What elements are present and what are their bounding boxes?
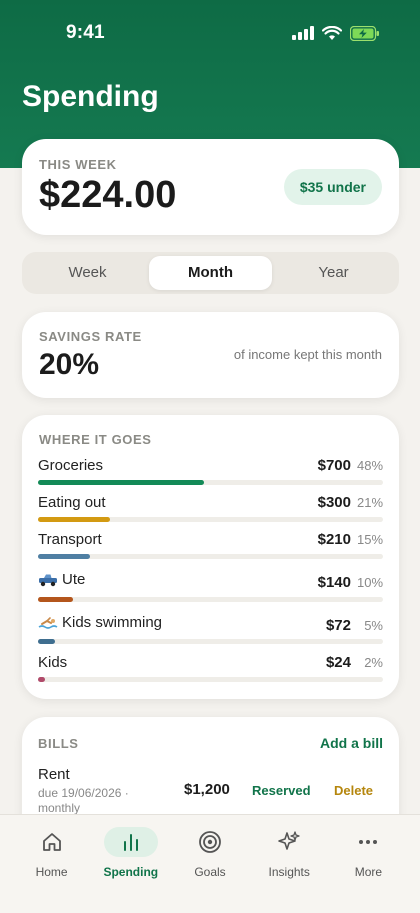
tab-label: Home xyxy=(35,865,68,879)
category-track xyxy=(38,554,383,559)
category-percent: 21% xyxy=(357,495,384,510)
status-bar: 9:41 xyxy=(0,0,420,66)
category-amount: $700 xyxy=(317,457,351,474)
battery-charging-icon xyxy=(350,25,379,41)
status-time: 9:41 xyxy=(66,22,105,43)
category-fill xyxy=(38,597,73,602)
swimmer-icon xyxy=(38,616,58,629)
category-fill xyxy=(38,677,45,682)
category-percent: 10% xyxy=(357,574,384,590)
category-name: Transport xyxy=(38,531,102,548)
category-percent: 5% xyxy=(364,617,383,633)
category-track xyxy=(38,480,383,485)
signal-icon xyxy=(292,26,314,40)
category-percent: 48% xyxy=(357,458,384,473)
category-amount: $24 xyxy=(325,654,351,671)
category-name: Groceries xyxy=(38,457,104,474)
bill-row[interactable]: Rent due 19/06/2026 · monthly $1,200 Res… xyxy=(38,766,383,816)
bills-label: BILLS xyxy=(38,735,79,751)
category-name: Eating out xyxy=(38,494,106,511)
savings-rate-card: SAVINGS RATE 20% of income kept this mon… xyxy=(22,312,399,398)
tab-label: Goals xyxy=(194,865,226,879)
category-name: Kids swimming xyxy=(62,614,163,631)
category-row-ute[interactable]: Ute $140 10% xyxy=(38,571,384,602)
tab-year[interactable]: Year xyxy=(272,256,395,290)
bill-due: due 19/06/2026 · monthly xyxy=(38,786,129,815)
category-amount: $140 xyxy=(317,573,351,591)
category-track xyxy=(38,639,383,644)
where-it-goes-label: WHERE IT GOES xyxy=(39,432,152,447)
category-row-kids[interactable]: Kids $24 2% xyxy=(38,654,383,682)
category-row-kids-swimming[interactable]: Kids swimming $72 5% xyxy=(38,614,383,644)
category-amount: $72 xyxy=(325,616,351,634)
bill-amount: $1,200 xyxy=(184,781,230,798)
tab-label: Insights xyxy=(268,865,310,879)
category-percent: 2% xyxy=(364,655,383,670)
category-percent: 15% xyxy=(357,532,384,547)
tab-week[interactable]: Week xyxy=(26,256,149,290)
category-name: Ute xyxy=(62,571,86,588)
category-track xyxy=(38,677,383,682)
budget-status-badge: $35 under xyxy=(283,169,382,205)
tab-more[interactable]: More xyxy=(329,815,408,913)
page-title: Spending xyxy=(22,80,159,113)
bar-chart-icon xyxy=(123,834,138,851)
category-fill xyxy=(38,517,111,522)
period-segmented-control: Week Month Year xyxy=(22,252,399,294)
where-it-goes-card: WHERE IT GOES Groceries $700 48% Eating … xyxy=(22,415,399,699)
this-week-card: THIS WEEK $224.00 $35 under xyxy=(22,139,399,235)
bottom-tab-bar: Home Spending Goals Insights More xyxy=(0,814,420,913)
category-row-groceries[interactable]: Groceries $700 48% xyxy=(38,457,384,485)
more-icon xyxy=(359,840,378,844)
pickup-truck-icon xyxy=(39,574,57,586)
category-amount: $210 xyxy=(317,531,351,548)
savings-rate-label: SAVINGS RATE xyxy=(39,329,142,344)
tab-insights[interactable]: Insights xyxy=(250,815,329,913)
wifi-icon xyxy=(322,25,342,40)
delete-bill-button[interactable]: Delete xyxy=(334,783,373,798)
sparkle-icon xyxy=(278,831,300,850)
category-row-transport[interactable]: Transport $210 15% xyxy=(38,531,384,559)
category-amount: $300 xyxy=(317,494,351,511)
category-name: Kids xyxy=(38,654,68,671)
bill-status: Reserved xyxy=(252,783,311,798)
tab-label: Spending xyxy=(103,865,159,879)
category-fill xyxy=(38,480,204,485)
tab-label: More xyxy=(354,865,383,879)
add-bill-button[interactable]: Add a bill xyxy=(320,735,383,751)
tab-spending[interactable]: Spending xyxy=(91,815,170,913)
home-icon xyxy=(42,833,61,851)
tab-month[interactable]: Month xyxy=(149,256,272,290)
tab-goals[interactable]: Goals xyxy=(170,815,249,913)
target-icon xyxy=(199,831,221,853)
category-track xyxy=(38,597,383,602)
tab-home[interactable]: Home xyxy=(12,815,91,913)
status-icons xyxy=(292,25,380,41)
category-track xyxy=(38,517,383,522)
savings-rate-note: of income kept this month xyxy=(233,347,382,362)
category-row-eating-out[interactable]: Eating out $300 21% xyxy=(38,494,384,522)
category-fill xyxy=(38,554,90,559)
category-fill xyxy=(38,639,56,644)
